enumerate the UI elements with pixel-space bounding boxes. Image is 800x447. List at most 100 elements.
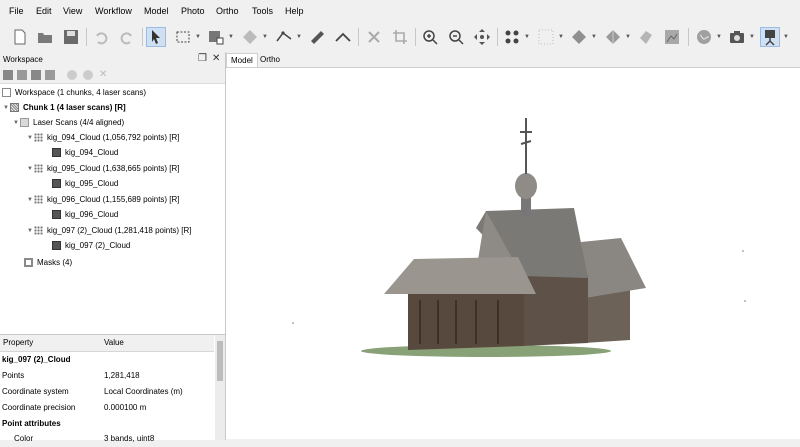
property-section-row: Point attributes [2,419,61,428]
chevron-down-icon[interactable]: ▼ [195,34,201,40]
delete-selection-icon[interactable] [364,27,384,47]
rectangle-selection-icon[interactable] [173,27,193,47]
scrollbar-thumb[interactable] [217,341,223,381]
tree-scan-cloud[interactable]: ▼ kig_094_Cloud (1,056,792 points) [R] [26,131,180,144]
move-object-icon[interactable] [240,27,260,47]
tab-model[interactable]: Model [226,53,258,67]
tree-laser-scans-folder[interactable]: ▼ Laser Scans (4/4 aligned) [12,116,124,129]
resize-region-icon[interactable] [206,27,226,47]
expand-arrow-icon[interactable]: ▼ [12,120,20,126]
properties-header: Property Value [0,335,214,352]
toolbar-separator [688,28,689,46]
view-tabs: Model Ortho [226,52,800,68]
menu-view[interactable]: View [63,6,82,16]
church-point-cloud [292,118,746,357]
draw-polyline-icon[interactable] [274,27,294,47]
point-cloud-icon [34,195,43,204]
chevron-down-icon[interactable]: ▼ [783,34,789,40]
remove-items-icon[interactable]: ✕ [99,70,109,80]
undock-icon[interactable]: ❐ [198,53,207,64]
tree-scan-cloud[interactable]: ▼ kig_097 (2)_Cloud (1,281,418 points) [… [26,224,192,237]
crop-selection-icon[interactable] [390,27,410,47]
add-chunk-icon[interactable] [3,70,13,80]
menu-model[interactable]: Model [144,6,169,16]
zoom-in-icon[interactable] [420,27,440,47]
menu-edit[interactable]: Edit [36,6,52,16]
open-folder-icon[interactable] [35,27,55,47]
property-row[interactable]: Color 3 bands, uint8 [0,431,214,447]
show-points-icon[interactable] [536,27,556,47]
model-textured-icon[interactable] [603,27,623,47]
column-value[interactable]: Value [104,338,124,347]
column-property[interactable]: Property [3,338,33,347]
tree-scan-cloud[interactable]: ▼ kig_095_Cloud (1,638,665 points) [R] [26,162,180,175]
menu-workflow[interactable]: Workflow [95,6,132,16]
enable-icon[interactable] [67,70,77,80]
tree-scan-image[interactable]: kig_096_Cloud [52,208,118,221]
chevron-down-icon[interactable]: ▼ [296,34,302,40]
tree-scan-image[interactable]: kig_097 (2)_Cloud [52,239,130,252]
menu-ortho[interactable]: Ortho [216,6,239,16]
move-view-icon[interactable] [472,27,492,47]
workspace-title: Workspace [3,55,43,64]
ruler-icon[interactable] [307,27,327,47]
menu-help[interactable]: Help [285,6,304,16]
navigation-cursor-icon[interactable] [146,27,166,47]
chevron-down-icon[interactable]: ▼ [558,34,564,40]
properties-scrollbar[interactable] [215,335,225,440]
tree-masks[interactable]: Masks (4) [24,256,72,269]
expand-arrow-icon[interactable]: ▼ [2,105,10,111]
measure-angle-icon[interactable] [333,27,353,47]
add-photos-icon[interactable] [17,70,27,80]
toolbar-separator [86,28,87,46]
disable-icon[interactable] [83,70,93,80]
chevron-down-icon[interactable]: ▼ [524,34,530,40]
menu-photo[interactable]: Photo [181,6,205,16]
expand-arrow-icon[interactable]: ▼ [26,135,34,141]
tree-chunk[interactable]: ▼ Chunk 1 (4 laser scans) [R] [2,101,126,114]
menu-tools[interactable]: Tools [252,6,273,16]
expand-arrow-icon[interactable]: ▼ [26,166,34,172]
mask-icon [24,258,33,267]
laser-scanner-icon[interactable] [760,27,780,47]
menu-file[interactable]: File [9,6,24,16]
model-viewport[interactable] [226,68,800,439]
tiled-model-icon[interactable] [636,27,656,47]
toolbar-separator [497,28,498,46]
undo-icon[interactable] [91,27,111,47]
chevron-down-icon[interactable]: ▼ [228,34,234,40]
redo-icon[interactable] [117,27,137,47]
folder-icon [20,118,29,127]
property-row[interactable]: Coordinate system Local Coordinates (m) [0,384,214,400]
point-cloud-icon [34,226,43,235]
tree-root[interactable]: Workspace (1 chunks, 4 laser scans) [2,86,146,99]
tab-ortho[interactable]: Ortho [256,53,284,67]
add-laser-scans-icon[interactable] [45,70,55,80]
globe-icon[interactable] [694,27,714,47]
expand-arrow-icon[interactable]: ▼ [26,228,34,234]
new-file-icon[interactable] [10,27,30,47]
show-cameras-icon[interactable] [502,27,522,47]
image-icon [52,179,61,188]
chevron-down-icon[interactable]: ▼ [716,34,722,40]
model-shaded-icon[interactable] [569,27,589,47]
tree-scan-image[interactable]: kig_095_Cloud [52,177,118,190]
toolbar-separator [358,28,359,46]
property-row[interactable]: Coordinate precision 0.000100 m [0,400,214,416]
dem-icon[interactable] [662,27,682,47]
tree-scan-image[interactable]: kig_094_Cloud [52,146,118,159]
property-row[interactable]: Points 1,281,418 [0,368,214,384]
expand-arrow-icon[interactable]: ▼ [26,197,34,203]
chevron-down-icon[interactable]: ▼ [625,34,631,40]
add-folder-icon[interactable] [31,70,41,80]
workspace-toolbar: ✕ [0,67,225,84]
zoom-out-icon[interactable] [446,27,466,47]
tree-scan-cloud[interactable]: ▼ kig_096_Cloud (1,155,689 points) [R] [26,193,180,206]
close-icon[interactable]: ✕ [212,53,220,64]
chevron-down-icon[interactable]: ▼ [262,34,268,40]
save-icon[interactable] [61,27,81,47]
menu-bar: File Edit View Workflow Model Photo Orth… [0,0,800,22]
chevron-down-icon[interactable]: ▼ [749,34,755,40]
chevron-down-icon[interactable]: ▼ [591,34,597,40]
camera-icon[interactable] [727,27,747,47]
